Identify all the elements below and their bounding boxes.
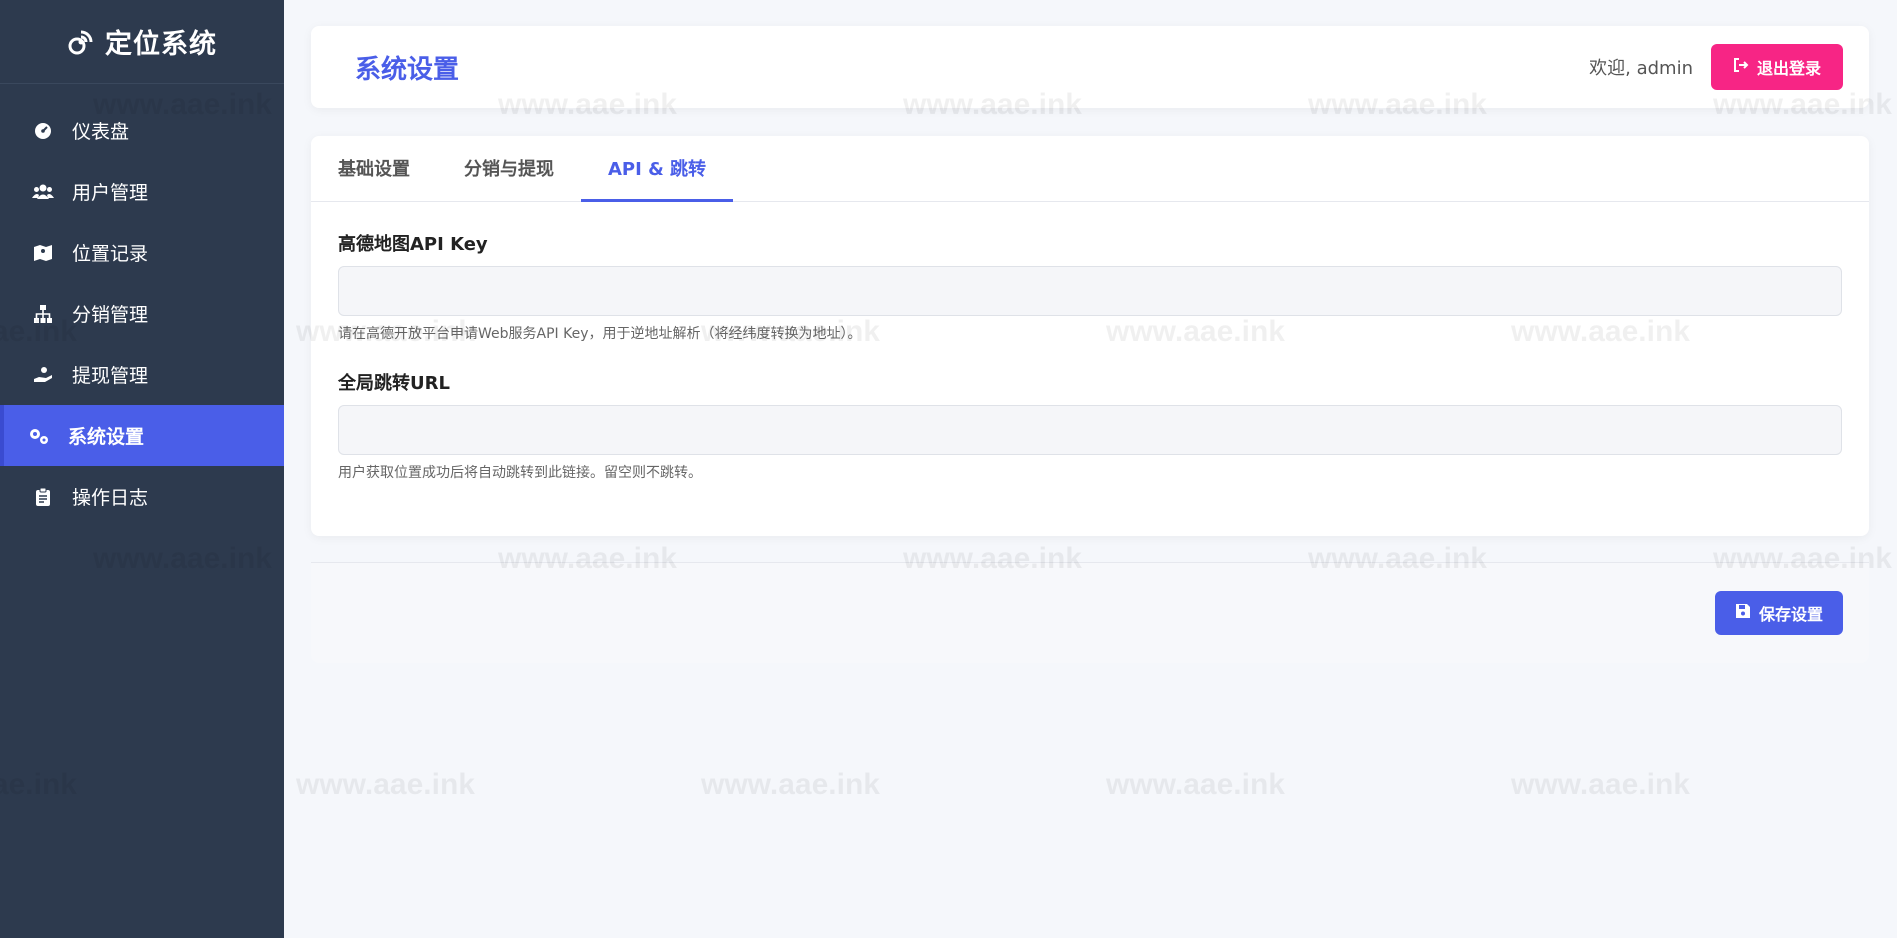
clipboard-icon xyxy=(32,486,54,508)
floppy-disk-icon xyxy=(1735,603,1751,623)
redirect-url-input[interactable] xyxy=(338,405,1842,455)
logout-button[interactable]: 退出登录 xyxy=(1710,44,1843,90)
sidebar-item-label: 提现管理 xyxy=(72,365,149,387)
sidebar-item-settings[interactable]: 系统设置 xyxy=(0,405,284,466)
save-label: 保存设置 xyxy=(1758,605,1823,624)
tab-basic[interactable]: 基础设置 xyxy=(311,136,437,202)
sitemap-icon xyxy=(32,303,54,325)
sidebar-item-logs[interactable]: 操作日志 xyxy=(0,466,284,527)
amap-key-label: 高德地图API Key xyxy=(338,234,488,255)
sign-out-icon xyxy=(1733,57,1749,77)
hand-coin-icon xyxy=(32,364,54,386)
sidebar-item-label: 位置记录 xyxy=(72,243,149,265)
brand: 定位系统 xyxy=(0,0,284,84)
amap-key-help: 请在高德开放平台申请Web服务API Key，用于逆地址解析（将经纬度转换为地址… xyxy=(338,326,862,342)
tab-api-redirect[interactable]: API & 跳转 xyxy=(581,136,734,202)
brand-title: 定位系统 xyxy=(105,29,217,60)
sidebar-item-withdrawals[interactable]: 提现管理 xyxy=(0,344,284,405)
tab-distribution[interactable]: 分销与提现 xyxy=(437,136,581,202)
map-icon xyxy=(32,242,54,264)
satellite-dish-icon xyxy=(67,28,95,56)
sidebar-item-label: 仪表盘 xyxy=(72,121,130,143)
amap-key-input[interactable] xyxy=(338,266,1842,316)
app-root: 定位系统 仪表盘 用户管理 位置记录 分销管理 提现管理 系统设置 操作日志 系… xyxy=(0,0,1897,938)
redirect-url-help: 用户获取位置成功后将自动跳转到此链接。留空则不跳转。 xyxy=(338,465,702,481)
main-content: 系统设置 欢迎, admin 退出登录 基础设置 分销与提现 API & 跳转 xyxy=(284,0,1897,938)
sidebar-item-users[interactable]: 用户管理 xyxy=(0,161,284,222)
settings-form: 高德地图API Key 请在高德开放平台申请Web服务API Key，用于逆地址… xyxy=(311,202,1869,482)
redirect-url-label: 全局跳转URL xyxy=(338,373,450,394)
save-settings-button[interactable]: 保存设置 xyxy=(1714,591,1843,635)
sidebar-nav: 仪表盘 用户管理 位置记录 分销管理 提现管理 系统设置 操作日志 xyxy=(0,84,284,527)
sidebar-item-label: 用户管理 xyxy=(72,182,149,204)
settings-tabs: 基础设置 分销与提现 API & 跳转 xyxy=(311,136,1869,202)
sidebar-item-dashboard[interactable]: 仪表盘 xyxy=(0,100,284,161)
form-actions: 保存设置 xyxy=(311,563,1869,663)
sidebar-item-label: 分销管理 xyxy=(72,304,149,326)
sidebar-item-label: 操作日志 xyxy=(72,487,149,509)
cogs-icon xyxy=(28,425,50,447)
amap-key-field-group: 高德地图API Key 请在高德开放平台申请Web服务API Key，用于逆地址… xyxy=(338,230,1842,343)
page-title: 系统设置 xyxy=(355,54,460,85)
settings-card: 基础设置 分销与提现 API & 跳转 高德地图API Key 请在高德开放平台… xyxy=(311,136,1869,536)
sidebar-item-distribution[interactable]: 分销管理 xyxy=(0,283,284,344)
sidebar: 定位系统 仪表盘 用户管理 位置记录 分销管理 提现管理 系统设置 操作日志 xyxy=(0,0,284,938)
sidebar-item-locations[interactable]: 位置记录 xyxy=(0,222,284,283)
users-icon xyxy=(32,181,54,203)
sidebar-item-label: 系统设置 xyxy=(68,426,145,448)
topbar: 系统设置 欢迎, admin 退出登录 xyxy=(311,26,1869,108)
redirect-url-field-group: 全局跳转URL 用户获取位置成功后将自动跳转到此链接。留空则不跳转。 xyxy=(338,369,1842,482)
logout-label: 退出登录 xyxy=(1756,59,1821,78)
dashboard-icon xyxy=(32,120,54,142)
topbar-right: 欢迎, admin 退出登录 xyxy=(1589,44,1843,90)
welcome-text: 欢迎, admin xyxy=(1589,58,1693,79)
